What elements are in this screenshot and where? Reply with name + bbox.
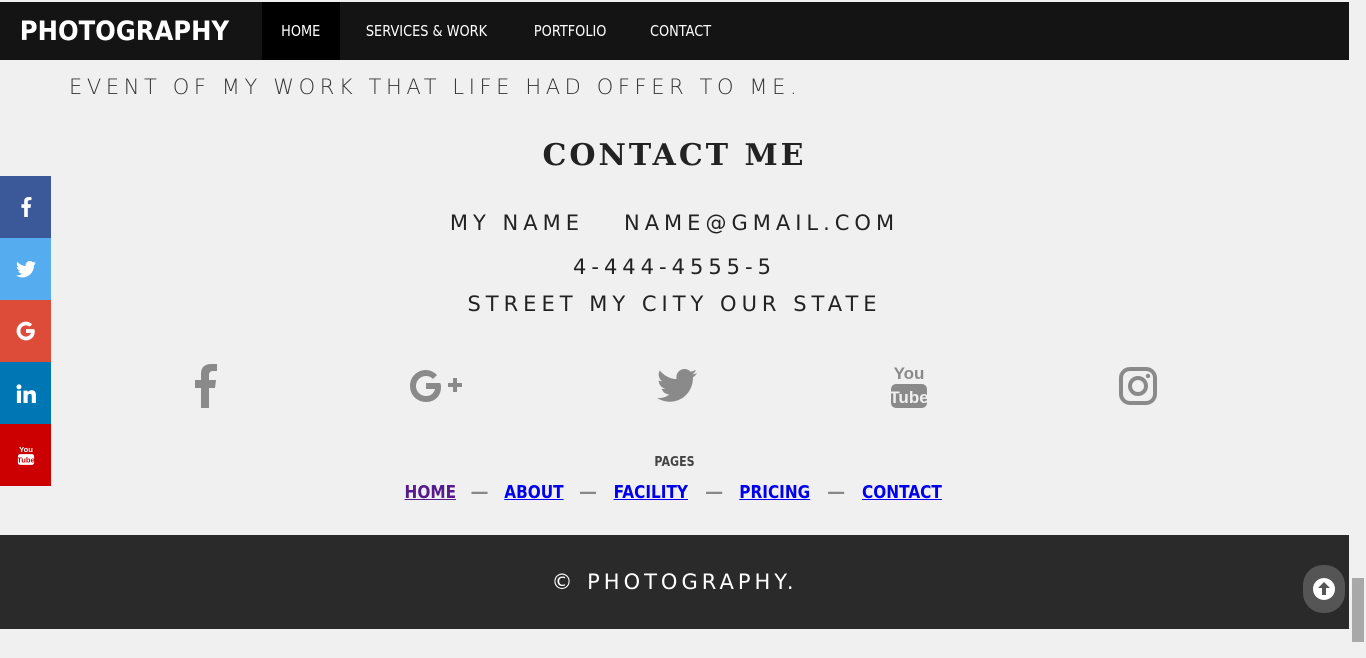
nav-contact-label: CONTACT	[649, 22, 711, 40]
footer-link-contact[interactable]: CONTACT	[862, 482, 942, 503]
side-google-button[interactable]	[0, 300, 51, 362]
side-linkedin-button[interactable]	[0, 362, 51, 424]
arrow-up-circle-icon	[1313, 578, 1335, 600]
google-icon	[16, 321, 35, 341]
contact-phone: 4-444-4555-5	[573, 255, 776, 279]
svg-text:You: You	[894, 364, 925, 383]
nav-portfolio-label: PORTFOLIO	[534, 22, 607, 40]
nav-home[interactable]: HOME	[262, 2, 340, 60]
top-navbar: PHOTOGRAPHY HOME SERVICES & WORK PORTFOL…	[0, 2, 1349, 60]
side-youtube-button[interactable]: You Tube	[0, 424, 51, 486]
nav-contact[interactable]: CONTACT	[629, 2, 732, 60]
footer-link-home[interactable]: HOME	[404, 482, 455, 503]
youtube-icon: You Tube	[17, 445, 35, 465]
contact-address: STREET MY CITY OUR STATE	[467, 292, 882, 316]
facebook-icon	[20, 197, 31, 217]
link-separator: —	[578, 482, 597, 503]
scroll-to-top-button[interactable]	[1303, 565, 1345, 613]
footer-link-pricing[interactable]: PRICING	[740, 482, 811, 503]
pages-label: PAGES	[654, 455, 695, 470]
nav-menu: HOME SERVICES & WORK PORTFOLIO CONTACT	[262, 2, 732, 60]
nav-services-work[interactable]: SERVICES & WORK	[340, 2, 513, 60]
linkedin-icon	[16, 383, 36, 403]
link-separator: —	[827, 482, 846, 503]
contact-title: CONTACT ME	[542, 138, 807, 173]
svg-text:You: You	[19, 445, 33, 454]
footer: © PHOTOGRAPHY.	[0, 535, 1349, 629]
contact-name: MY NAME	[449, 211, 584, 235]
side-facebook-button[interactable]	[0, 176, 51, 238]
footer-link-facility[interactable]: FACILITY	[614, 482, 688, 503]
google-plus-icon[interactable]	[407, 360, 467, 412]
nav-portfolio[interactable]: PORTFOLIO	[512, 2, 628, 60]
nav-services-label: SERVICES & WORK	[365, 22, 487, 40]
scrollbar-thumb[interactable]	[1352, 578, 1364, 642]
copyright-text: © PHOTOGRAPHY.	[551, 570, 798, 594]
page-scrollbar[interactable]	[1349, 0, 1366, 658]
social-icons-row: You Tube	[0, 360, 1349, 412]
svg-text:Tube: Tube	[889, 388, 928, 407]
side-social-bar: You Tube	[0, 176, 51, 486]
tagline-text: EVENT OF MY WORK THAT LIFE HAD OFFER TO …	[69, 75, 802, 99]
twitter-icon	[15, 260, 36, 277]
side-twitter-button[interactable]	[0, 238, 51, 300]
brand-logo[interactable]: PHOTOGRAPHY	[0, 16, 236, 47]
twitter-icon[interactable]	[647, 360, 707, 412]
footer-link-about[interactable]: ABOUT	[504, 482, 563, 503]
instagram-icon[interactable]	[1108, 360, 1168, 412]
svg-text:Tube: Tube	[17, 456, 35, 465]
youtube-icon[interactable]: You Tube	[879, 360, 939, 412]
facebook-icon[interactable]	[175, 360, 235, 412]
link-separator: —	[705, 482, 724, 503]
pages-links: HOME — ABOUT — FACILITY — PRICING — CONT…	[0, 482, 1349, 503]
contact-name-email: MY NAME NAME@GMAIL.COM	[0, 211, 1349, 235]
nav-home-label: HOME	[281, 22, 321, 40]
contact-email: NAME@GMAIL.COM	[623, 211, 900, 235]
link-separator: —	[470, 482, 489, 503]
